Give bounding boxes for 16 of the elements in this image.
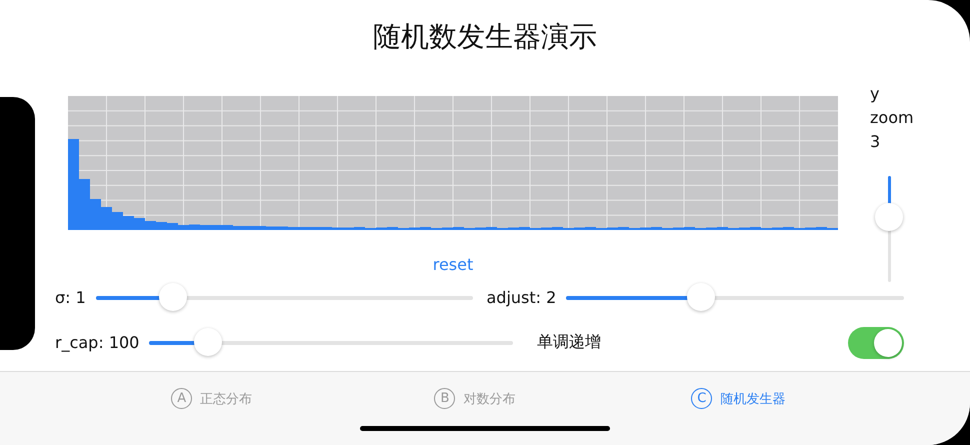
slider-label: σ: 1: [55, 288, 86, 307]
reset-button[interactable]: reset: [432, 255, 474, 274]
tab[interactable]: B 对数分布: [343, 388, 607, 409]
slider-label: adjust: 2: [486, 288, 556, 307]
toggle-switch[interactable]: [848, 326, 904, 358]
slider[interactable]: [566, 282, 904, 314]
tab[interactable]: A 正态分布: [80, 388, 344, 409]
slider[interactable]: [96, 282, 472, 314]
zoom-label: zoom: [870, 107, 914, 129]
tab[interactable]: C 随机发生器: [606, 388, 870, 409]
zoom-label: y: [870, 83, 880, 105]
toggle-label: 单调递增: [537, 332, 601, 353]
slider[interactable]: [149, 326, 513, 358]
screen-title: 随机数发生器演示: [372, 19, 598, 55]
zoom-value: 3: [870, 131, 880, 153]
slider-label: r_cap: 100: [55, 333, 140, 352]
